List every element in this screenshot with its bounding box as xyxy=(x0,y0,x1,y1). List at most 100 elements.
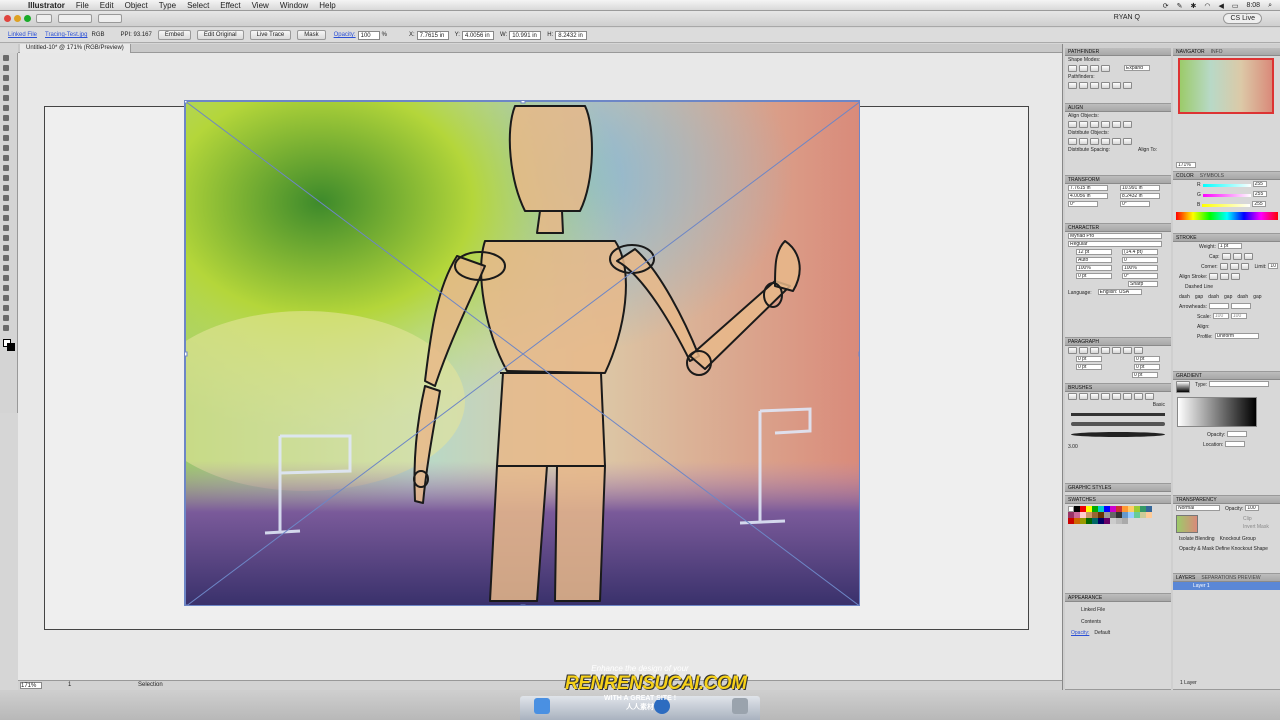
fill-stroke-swatch[interactable] xyxy=(3,339,15,351)
brush-stroke-1[interactable] xyxy=(1071,413,1165,416)
outline-button[interactable] xyxy=(1112,82,1121,89)
placed-image-tracing-test[interactable] xyxy=(184,100,860,606)
color-panel-title[interactable]: COLOR SYMBOLS xyxy=(1173,172,1280,180)
paintbrush-tool-icon[interactable] xyxy=(3,135,9,141)
kerning-field[interactable]: Auto xyxy=(1076,257,1112,263)
align-hcenter-button[interactable] xyxy=(1079,121,1088,128)
blend-mode-select[interactable]: Normal xyxy=(1176,505,1220,511)
space-after-field[interactable]: 0 pt xyxy=(1132,372,1158,378)
arrowhead-start-select[interactable] xyxy=(1209,303,1230,309)
width-tool-icon[interactable] xyxy=(3,195,9,201)
trim-button[interactable] xyxy=(1079,82,1088,89)
sync-icon[interactable]: ⟳ xyxy=(1163,2,1169,10)
app-menu[interactable]: Illustrator xyxy=(28,1,65,10)
scale-tool-icon[interactable] xyxy=(3,185,9,191)
line-tool-icon[interactable] xyxy=(3,115,9,121)
edit-original-button[interactable]: Edit Original xyxy=(196,30,244,40)
eraser-tool-icon[interactable] xyxy=(3,165,9,171)
gradient-opacity-field[interactable] xyxy=(1227,431,1248,437)
layer-row[interactable]: Layer 1 xyxy=(1173,582,1280,590)
brushes-panel-title[interactable]: BRUSHES xyxy=(1065,384,1171,392)
font-size-field[interactable]: 12 pt xyxy=(1076,249,1112,255)
menu-help[interactable]: Help xyxy=(319,1,335,10)
stroke-panel-title[interactable]: STROKE xyxy=(1173,234,1280,242)
lasso-tool-icon[interactable] xyxy=(3,85,9,91)
opacity-mask-checkbox[interactable]: Opacity & Mask Define Knockout Shape xyxy=(1176,545,1268,553)
color-r-field[interactable]: 255 xyxy=(1252,181,1267,187)
x-field[interactable]: 7.7615 in xyxy=(416,30,449,40)
rotate-field[interactable]: 0° xyxy=(1068,201,1098,207)
shape-builder-tool-icon[interactable] xyxy=(3,215,9,221)
menu-effect[interactable]: Effect xyxy=(220,1,240,10)
pathfinder-panel-title[interactable]: PATHFINDER xyxy=(1065,48,1171,56)
gradient-panel-title[interactable]: GRADIENT xyxy=(1173,372,1280,380)
pen-icon[interactable]: ✎ xyxy=(1177,2,1183,10)
exclude-button[interactable] xyxy=(1101,65,1110,72)
appearance-opacity-link[interactable]: Opacity: xyxy=(1068,629,1089,637)
transform-w-field[interactable]: 10.991 in xyxy=(1120,185,1160,191)
distribute-top-button[interactable] xyxy=(1068,138,1077,145)
spotlight-icon[interactable]: ⌕ xyxy=(1268,2,1272,10)
color-b-field[interactable]: 255 xyxy=(1252,201,1267,207)
minus-back-button[interactable] xyxy=(1123,82,1132,89)
left-indent-field[interactable]: 0 pt xyxy=(1076,356,1102,362)
wifi-icon[interactable]: ◠ xyxy=(1204,2,1210,10)
horizontal-scale-field[interactable]: 100% xyxy=(1122,265,1158,271)
layers-panel-title[interactable]: LAYERS SEPARATIONS PREVIEW xyxy=(1173,574,1280,582)
embed-button[interactable]: Embed xyxy=(157,30,191,40)
opacity-link[interactable]: Opacity: xyxy=(334,32,356,38)
clock[interactable]: 8:08 xyxy=(1246,2,1260,9)
h-field[interactable]: 8.2432 in xyxy=(555,30,588,40)
baseline-shift-field[interactable]: 0 pt xyxy=(1076,273,1112,279)
zoom-tool-icon[interactable] xyxy=(3,325,9,331)
swatches-panel-title[interactable]: SWATCHES xyxy=(1065,496,1171,504)
gradient-slider[interactable] xyxy=(1177,397,1257,427)
tracking-field[interactable]: 0 xyxy=(1122,257,1158,263)
color-g-field[interactable]: 255 xyxy=(1252,191,1267,197)
live-trace-button[interactable]: Live Trace xyxy=(249,30,292,40)
brush-stroke-2[interactable] xyxy=(1071,422,1165,426)
knockout-group-checkbox[interactable]: Knockout Group xyxy=(1217,535,1256,543)
font-family-select[interactable]: Myriad Pro xyxy=(1068,233,1162,239)
w-field[interactable]: 10.991 in xyxy=(509,30,542,40)
rectangle-tool-icon[interactable] xyxy=(3,125,9,131)
dashed-line-checkbox[interactable]: Dashed Line xyxy=(1182,283,1213,291)
volume-icon[interactable]: ◀ xyxy=(1218,2,1223,10)
align-top-button[interactable] xyxy=(1101,121,1110,128)
symbol-sprayer-tool-icon[interactable] xyxy=(3,275,9,281)
minus-front-button[interactable] xyxy=(1079,65,1088,72)
close-window-icon[interactable] xyxy=(4,15,11,22)
appearance-panel-title[interactable]: APPEARANCE xyxy=(1065,594,1171,602)
zoom-field[interactable]: 171% xyxy=(20,682,42,689)
distribute-left-button[interactable] xyxy=(1101,138,1110,145)
leading-field[interactable]: (14.4 pt) xyxy=(1122,249,1158,255)
divide-button[interactable] xyxy=(1068,82,1077,89)
file-name-link[interactable]: Tracing-Test.jpg xyxy=(45,32,87,38)
artboard-tool-icon[interactable] xyxy=(3,295,9,301)
eyedropper-tool-icon[interactable] xyxy=(3,255,9,261)
miter-limit-field[interactable]: 10 xyxy=(1268,263,1279,269)
trash-icon[interactable] xyxy=(732,698,748,714)
pencil-tool-icon[interactable] xyxy=(3,145,9,151)
gradient-tool-icon[interactable] xyxy=(3,245,9,251)
bridge-button[interactable] xyxy=(58,14,92,23)
space-before-field[interactable]: 0 pt xyxy=(1134,364,1160,370)
arrow-scale-start-field[interactable]: 100 xyxy=(1212,313,1229,319)
expand-button[interactable]: Expand xyxy=(1124,65,1150,71)
hand-tool-icon[interactable] xyxy=(3,315,9,321)
perspective-grid-tool-icon[interactable] xyxy=(3,225,9,231)
graphic-styles-panel-title[interactable]: GRAPHIC STYLES xyxy=(1065,484,1171,492)
free-transform-tool-icon[interactable] xyxy=(3,205,9,211)
char-rotation-field[interactable]: 0° xyxy=(1122,273,1158,279)
transparency-panel-title[interactable]: TRANSPARENCY xyxy=(1173,496,1280,504)
menu-view[interactable]: View xyxy=(252,1,269,10)
menu-window[interactable]: Window xyxy=(280,1,308,10)
shear-field[interactable]: 0° xyxy=(1120,201,1150,207)
navigator-zoom-field[interactable]: 171% xyxy=(1176,162,1196,168)
menu-file[interactable]: File xyxy=(76,1,89,10)
finder-icon[interactable] xyxy=(534,698,550,714)
arrowhead-end-select[interactable] xyxy=(1231,303,1252,309)
gradient-type-select[interactable] xyxy=(1209,381,1270,387)
document-tab[interactable]: Untitled-10* @ 171% (RGB/Preview) xyxy=(20,44,131,53)
opacity-field[interactable]: 100 xyxy=(357,30,380,40)
